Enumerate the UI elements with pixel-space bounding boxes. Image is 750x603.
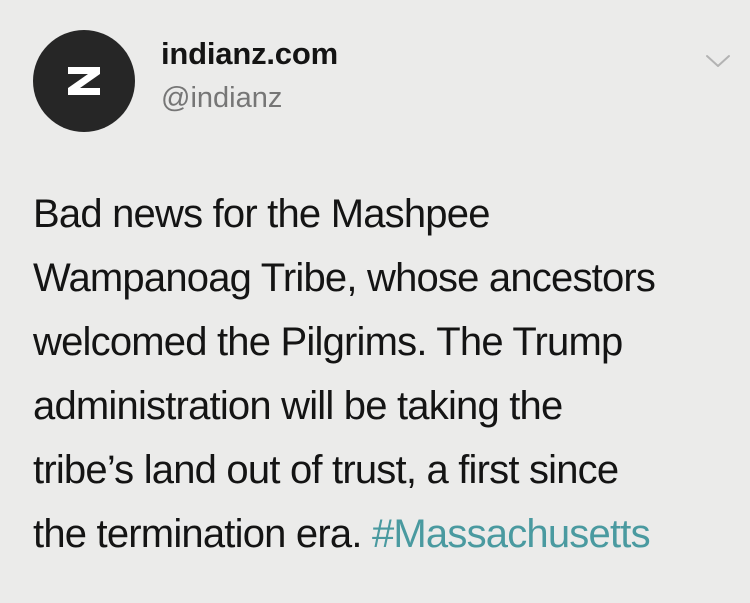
tweet-text: Bad news for the Mashpee Wampanoag Tribe… — [33, 182, 745, 566]
avatar[interactable] — [33, 30, 135, 132]
author-display-name[interactable]: indianz.com — [161, 36, 338, 72]
indianz-z-logo-icon — [68, 67, 100, 95]
tweet-menu-button[interactable] — [701, 44, 735, 78]
tweet-text-line: Bad news for the Mashpee — [33, 192, 490, 236]
author-handle[interactable]: @indianz — [161, 82, 282, 115]
tweet-text-line: tribe’s land out of trust, a first since — [33, 448, 619, 492]
tweet-card: indianz.com @indianz Bad news for the Ma… — [0, 0, 750, 603]
tweet-text-last-line: the termination era. #Massachusetts — [33, 502, 745, 566]
hashtag-link[interactable]: #Massachusetts — [372, 512, 651, 556]
tweet-text-line: welcomed the Pilgrims. The Trump — [33, 320, 623, 364]
chevron-down-icon — [706, 55, 730, 67]
tweet-text-line: the termination era. — [33, 512, 372, 556]
tweet-text-line: administration will be taking the — [33, 384, 563, 428]
tweet-text-line: Wampanoag Tribe, whose ancestors — [33, 256, 656, 300]
